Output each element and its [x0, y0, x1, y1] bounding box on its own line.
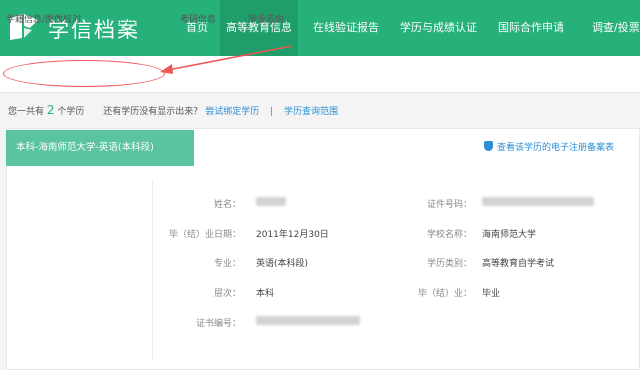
id-number-value-redacted: [482, 197, 594, 206]
missing-question: 还有学历没有显示出来？: [103, 107, 203, 117]
conclusion-label: 毕（结）业：: [417, 289, 472, 299]
separator: |: [270, 107, 274, 117]
category-label: 学历类别：: [426, 259, 472, 269]
degree-count: 2: [46, 103, 55, 117]
shield-icon: [484, 141, 493, 151]
registration-form-link[interactable]: 查看该学历的电子注册备案表: [484, 140, 614, 153]
certificate-number-label: 证书编号：: [195, 319, 241, 329]
certificate-number-redacted: [256, 316, 360, 325]
level-value: 本科: [256, 289, 275, 299]
school-value: 海南师范大学: [482, 230, 537, 240]
degree-record-title: 本科-海南师范大学-英语(本科段): [6, 130, 194, 166]
query-scope-link[interactable]: 学历查询范围: [284, 107, 338, 117]
summary-suffix: 个学历: [57, 107, 85, 117]
name-value-redacted: [256, 197, 286, 206]
conclusion-value: 毕业: [482, 289, 501, 299]
id-number-label: 证件号码：: [426, 200, 472, 210]
major-value: 英语(本科段): [256, 259, 309, 269]
grad-date-value: 2011年12月30日: [256, 230, 329, 240]
level-label: 层次：: [213, 289, 241, 299]
major-label: 专业：: [213, 259, 241, 269]
summary-prefix: 您一共有: [8, 107, 45, 117]
registration-form-label: 查看该学历的电子注册备案表: [497, 143, 615, 153]
school-label: 学校名称：: [426, 230, 472, 240]
degree-summary: 您一共有 2 个学历 还有学历没有显示出来？ 尝试绑定学历 | 学历查询范围: [8, 103, 338, 117]
grad-date-label: 毕（结）业日期：: [168, 230, 241, 240]
name-label: 姓名：: [213, 200, 241, 210]
category-value: 高等教育自学考试: [482, 259, 555, 269]
bind-degree-link[interactable]: 尝试绑定学历: [205, 107, 259, 117]
